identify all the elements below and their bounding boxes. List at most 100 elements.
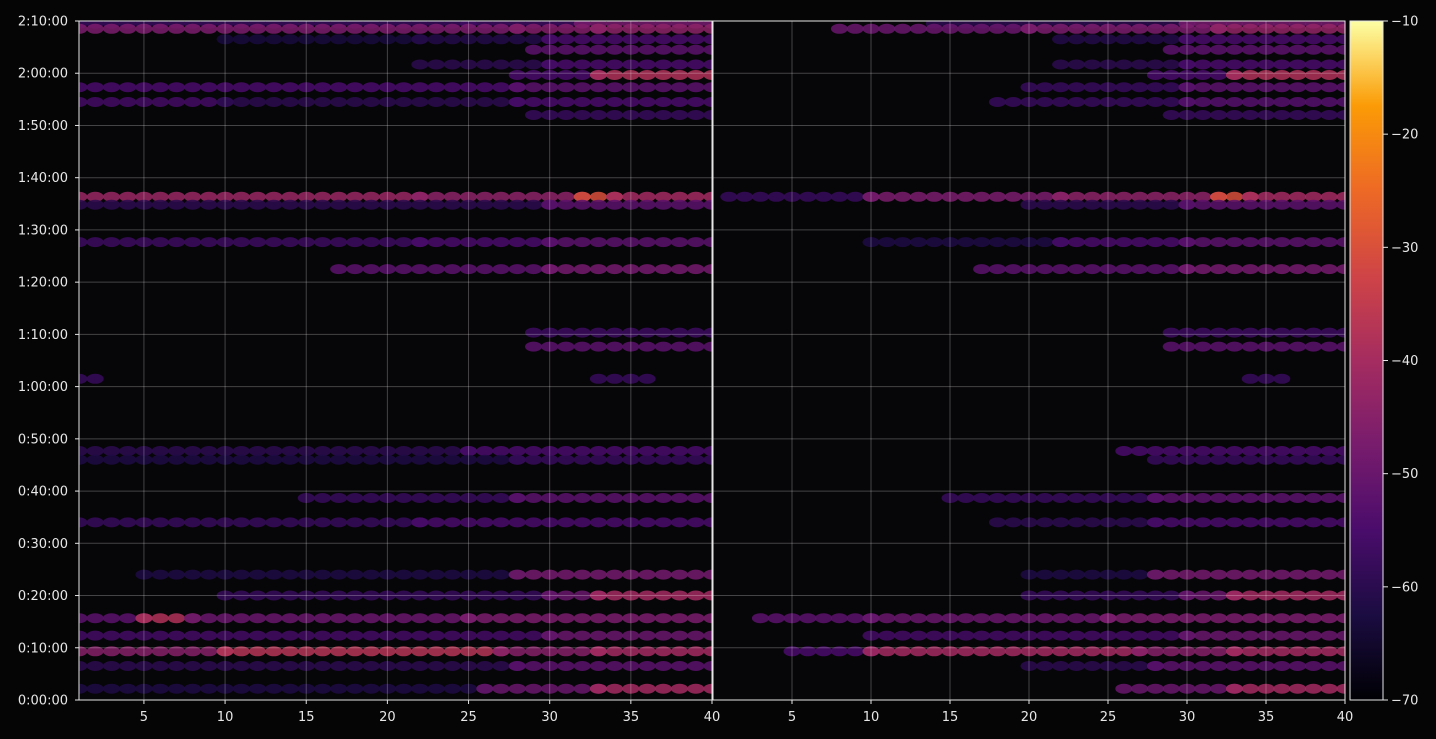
heatmap-cell	[687, 517, 705, 528]
heatmap-cell	[281, 683, 299, 694]
heatmap-cell	[184, 613, 202, 624]
heatmap-cell	[1052, 264, 1070, 275]
heatmap-cell	[200, 630, 218, 641]
heatmap-cell	[1146, 237, 1164, 248]
heatmap-cell	[751, 613, 769, 624]
heatmap-cell	[151, 199, 169, 210]
heatmap-cell	[1162, 341, 1180, 352]
heatmap-cell	[1036, 97, 1054, 107]
heatmap-cell	[411, 97, 429, 107]
heatmap-cell	[508, 264, 526, 275]
heatmap-cell	[589, 661, 607, 671]
heatmap-cell	[878, 630, 896, 641]
heatmap-cell	[1004, 630, 1022, 641]
heatmap-cell	[1304, 199, 1322, 210]
heatmap-cell	[671, 613, 688, 624]
heatmap-cell	[346, 454, 364, 465]
heatmap-cell	[799, 613, 817, 624]
heatmap-cell	[573, 23, 591, 34]
heatmap-cell	[346, 661, 364, 671]
heatmap-cell	[232, 569, 250, 580]
heatmap-cell	[1083, 23, 1101, 34]
heatmap-cell	[184, 517, 202, 528]
x-tick-label: 35	[623, 710, 640, 725]
heatmap-cell	[1052, 517, 1070, 528]
heatmap-cell	[1162, 44, 1180, 55]
heatmap-cell	[799, 191, 817, 202]
heatmap-cell	[119, 97, 137, 107]
heatmap-cell	[1320, 34, 1338, 45]
heatmap-cell	[1273, 23, 1291, 34]
heatmap-cell	[362, 517, 380, 528]
heatmap-cell	[232, 34, 250, 45]
heatmap-cell	[1083, 237, 1101, 248]
heatmap-cell	[1162, 446, 1180, 456]
heatmap-cell	[589, 59, 607, 70]
heatmap-cell	[443, 82, 461, 93]
heatmap-cell	[346, 630, 364, 641]
heatmap-cell	[1273, 493, 1291, 503]
heatmap-cell	[1162, 237, 1180, 248]
heatmap-cell	[508, 446, 526, 456]
heatmap-cell	[638, 34, 656, 45]
heatmap-cell	[151, 517, 169, 528]
heatmap-cell	[103, 82, 120, 93]
heatmap-cell	[589, 97, 607, 107]
heatmap-cell	[362, 630, 380, 641]
heatmap-cell	[638, 446, 656, 456]
heatmap-cell	[1320, 569, 1338, 580]
heatmap-cell	[671, 446, 688, 456]
heatmap-cell	[1289, 630, 1307, 641]
heatmap-cell	[557, 493, 575, 503]
heatmap-cell	[184, 82, 202, 93]
heatmap-cell	[973, 191, 991, 202]
heatmap-cell	[1225, 82, 1243, 93]
heatmap-cell	[525, 327, 542, 338]
heatmap-cell	[427, 454, 445, 465]
heatmap-cell	[557, 446, 575, 456]
heatmap-cell	[1115, 237, 1133, 248]
heatmap-cell	[1194, 630, 1212, 641]
heatmap-cell	[1289, 613, 1307, 624]
heatmap-cell	[589, 70, 607, 80]
heatmap-cell	[119, 683, 137, 694]
heatmap-cell	[654, 97, 672, 107]
heatmap-cell	[1036, 264, 1054, 275]
heatmap-cell	[1162, 661, 1180, 671]
heatmap-cell	[638, 454, 656, 465]
heatmap-cell	[1131, 23, 1149, 34]
heatmap-cell	[232, 97, 250, 107]
heatmap-cell	[1194, 341, 1212, 352]
heatmap-cell	[346, 446, 364, 456]
heatmap-cell	[1225, 613, 1243, 624]
heatmap-cell	[687, 454, 705, 465]
heatmap-cell	[362, 446, 380, 456]
heatmap-cell	[119, 82, 137, 93]
heatmap-cell	[86, 661, 104, 671]
y-axis: 0:00:00 0:10:00 0:20:00 0:30:00 0:40:00 0:50:…	[18, 15, 79, 709]
heatmap-cell	[1067, 82, 1085, 93]
heatmap-cell	[525, 661, 542, 671]
heatmap-cell	[1052, 493, 1070, 503]
heatmap-cell	[687, 327, 705, 338]
heatmap-cell	[654, 59, 672, 70]
heatmap-cell	[573, 446, 591, 456]
heatmap-cell	[1241, 454, 1259, 465]
heatmap-cell	[1225, 454, 1243, 465]
heatmap-cell	[606, 613, 624, 624]
heatmap-cell	[1194, 34, 1212, 45]
heatmap-cell	[427, 613, 445, 624]
heatmap-cell	[281, 34, 299, 45]
heatmap-cell	[671, 630, 688, 641]
x-tick-label: 25	[1100, 710, 1117, 725]
heatmap-cell	[606, 23, 624, 34]
heatmap-cell	[1241, 199, 1259, 210]
heatmap-cell	[492, 454, 510, 465]
heatmap-cell	[167, 237, 185, 248]
heatmap-cell	[557, 34, 575, 45]
heatmap-cell	[1162, 82, 1180, 93]
heatmap-cell	[654, 446, 672, 456]
heatmap-cell	[1289, 517, 1307, 528]
heatmap-cell	[167, 199, 185, 210]
heatmap-cell	[1304, 341, 1322, 352]
